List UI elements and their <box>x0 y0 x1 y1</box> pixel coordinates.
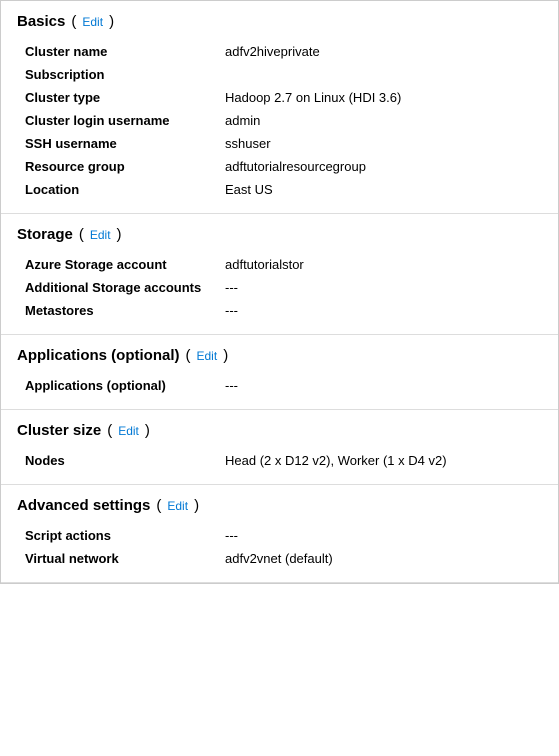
table-row: Metastores--- <box>17 299 542 322</box>
field-label: Subscription <box>17 63 217 86</box>
section-cluster-size: Cluster size ( Edit) NodesHead (2 x D12 v2… <box>1 410 558 485</box>
edit-link-applications[interactable]: Edit <box>197 349 218 363</box>
table-row: Additional Storage accounts--- <box>17 276 542 299</box>
field-label: Virtual network <box>17 547 217 570</box>
field-value: adfv2hiveprivate <box>217 40 542 63</box>
field-label: Cluster login username <box>17 109 217 132</box>
field-label: Resource group <box>17 155 217 178</box>
table-row: Subscription <box>17 63 542 86</box>
field-value: --- <box>217 299 542 322</box>
table-row: Resource groupadftutorialresourcegroup <box>17 155 542 178</box>
field-label: Script actions <box>17 524 217 547</box>
table-row: Virtual networkadfv2vnet (default) <box>17 547 542 570</box>
fields-table-advanced-settings: Script actions---Virtual networkadfv2vne… <box>17 524 542 570</box>
paren-open: ( <box>107 422 112 439</box>
field-value: adftutorialstor <box>217 253 542 276</box>
fields-table-storage: Azure Storage accountadftutorialstorAddi… <box>17 253 542 322</box>
table-row: Script actions--- <box>17 524 542 547</box>
field-value: --- <box>217 276 542 299</box>
table-row: Cluster nameadfv2hiveprivate <box>17 40 542 63</box>
edit-link-basics[interactable]: Edit <box>82 15 103 29</box>
fields-table-cluster-size: NodesHead (2 x D12 v2), Worker (1 x D4 v… <box>17 449 542 472</box>
section-header-storage: Storage ( Edit) <box>17 226 542 243</box>
field-label: Metastores <box>17 299 217 322</box>
field-value: admin <box>217 109 542 132</box>
section-header-basics: Basics ( Edit) <box>17 13 542 30</box>
field-value: Head (2 x D12 v2), Worker (1 x D4 v2) <box>217 449 542 472</box>
field-label: Cluster type <box>17 86 217 109</box>
paren-close: ) <box>145 422 150 439</box>
section-header-applications: Applications (optional) ( Edit) <box>17 347 542 364</box>
edit-link-cluster-size[interactable]: Edit <box>118 424 139 438</box>
table-row: LocationEast US <box>17 178 542 201</box>
field-value: adfv2vnet (default) <box>217 547 542 570</box>
field-label: SSH username <box>17 132 217 155</box>
table-row: NodesHead (2 x D12 v2), Worker (1 x D4 v… <box>17 449 542 472</box>
edit-link-advanced-settings[interactable]: Edit <box>167 499 188 513</box>
edit-link-storage[interactable]: Edit <box>90 228 111 242</box>
section-advanced-settings: Advanced settings ( Edit) Script actions--… <box>1 485 558 583</box>
paren-close: ) <box>223 347 228 364</box>
paren-open: ( <box>156 497 161 514</box>
section-basics: Basics ( Edit) Cluster nameadfv2hiveprivat… <box>1 1 558 214</box>
section-header-advanced-settings: Advanced settings ( Edit) <box>17 497 542 514</box>
field-value: --- <box>217 374 542 397</box>
section-applications: Applications (optional) (Edit)Applicatio… <box>1 335 558 410</box>
table-row: Cluster login usernameadmin <box>17 109 542 132</box>
section-storage: Storage ( Edit) Azure Storage accountadftu… <box>1 214 558 335</box>
paren-close: ) <box>194 497 199 514</box>
table-row: Cluster typeHadoop 2.7 on Linux (HDI 3.6… <box>17 86 542 109</box>
fields-table-applications: Applications (optional)--- <box>17 374 542 397</box>
paren-open: ( <box>186 347 191 364</box>
field-label: Additional Storage accounts <box>17 276 217 299</box>
summary-page: Basics ( Edit) Cluster nameadfv2hiveprivat… <box>0 0 559 584</box>
fields-table-basics: Cluster nameadfv2hiveprivateSubscription… <box>17 40 542 201</box>
section-title-cluster-size: Cluster size <box>17 422 101 439</box>
section-title-applications: Applications (optional) <box>17 347 180 364</box>
table-row: Azure Storage accountadftutorialstor <box>17 253 542 276</box>
field-value: Hadoop 2.7 on Linux (HDI 3.6) <box>217 86 542 109</box>
paren-open: ( <box>79 226 84 243</box>
section-header-cluster-size: Cluster size ( Edit) <box>17 422 542 439</box>
field-label: Azure Storage account <box>17 253 217 276</box>
paren-close: ) <box>117 226 122 243</box>
field-value: adftutorialresourcegroup <box>217 155 542 178</box>
field-label: Cluster name <box>17 40 217 63</box>
field-value: --- <box>217 524 542 547</box>
field-label: Applications (optional) <box>17 374 217 397</box>
field-label: Nodes <box>17 449 217 472</box>
section-title-basics: Basics <box>17 13 65 30</box>
field-value: sshuser <box>217 132 542 155</box>
section-title-storage: Storage <box>17 226 73 243</box>
table-row: SSH usernamesshuser <box>17 132 542 155</box>
paren-close: ) <box>109 13 114 30</box>
field-value <box>217 63 542 86</box>
table-row: Applications (optional)--- <box>17 374 542 397</box>
section-title-advanced-settings: Advanced settings <box>17 497 150 514</box>
paren-open: ( <box>71 13 76 30</box>
field-label: Location <box>17 178 217 201</box>
field-value: East US <box>217 178 542 201</box>
